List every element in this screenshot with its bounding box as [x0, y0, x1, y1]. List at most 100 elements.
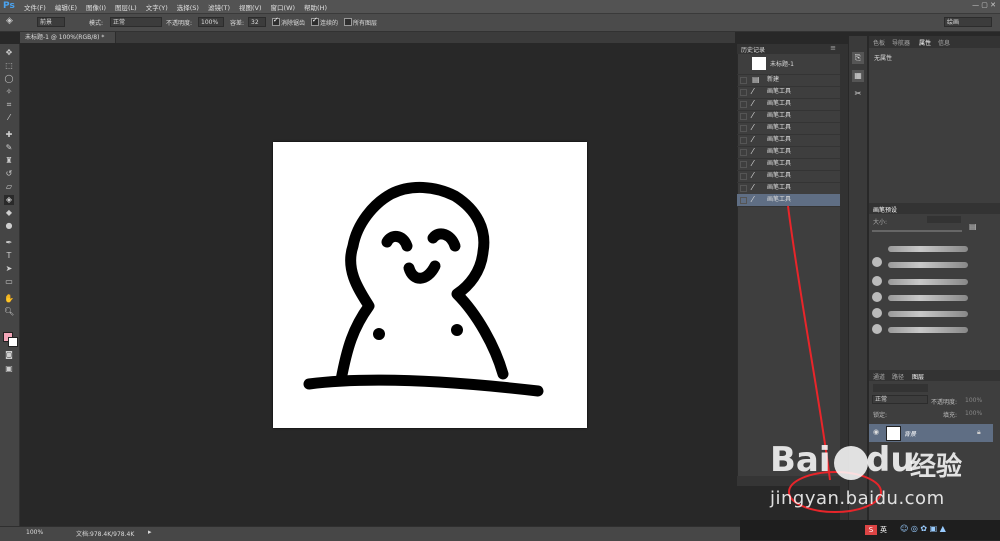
screen-mode-icon[interactable]: ▣ [4, 364, 14, 374]
opacity-input[interactable]: 100% [198, 17, 224, 27]
contiguous-checkbox[interactable] [311, 16, 319, 26]
eyedropper-tool-icon[interactable]: ⁄ [4, 113, 14, 123]
snowman-drawing [303, 181, 544, 397]
snapshot-thumbnail [752, 57, 766, 70]
tray-icons[interactable]: ☺ ◎ ✿ ▣ ▲ [900, 524, 946, 533]
history-snapshot[interactable]: 未标题-1 [737, 54, 840, 75]
brush-icon: ⁄ [752, 135, 754, 144]
document-info: 文档:978.4K/978.4K [76, 531, 135, 538]
mode-select[interactable]: 正常 [110, 17, 162, 27]
brush-icon: ⁄ [752, 147, 754, 156]
history-title[interactable]: 历史记录 [741, 45, 765, 54]
brush-icon: ⁄ [752, 123, 754, 132]
zoom-tool-icon[interactable]: 🔍︎ [4, 307, 14, 317]
tab-swatches[interactable]: 色板 [873, 38, 885, 47]
menu-image[interactable]: 图像(I) [86, 2, 106, 12]
brush-icon: ⁄ [752, 195, 754, 204]
shape-tool-icon[interactable]: ▭ [4, 277, 14, 287]
baidu-paw-icon [834, 446, 868, 480]
paint-bucket-tool-icon[interactable]: ◈ [4, 195, 14, 205]
brush-tool-icon[interactable]: ✎ [4, 143, 14, 153]
history-panel-header: 历史记录 ≡ [737, 44, 840, 54]
dodge-tool-icon[interactable]: ● [4, 221, 14, 231]
drawing-body-outline [335, 181, 509, 386]
stamp-tool-icon[interactable]: ♜ [4, 156, 14, 166]
background-color-swatch[interactable] [8, 337, 18, 347]
tab-navigator[interactable]: 导航器 [892, 38, 910, 47]
paint-bucket-icon[interactable]: ◈ [6, 16, 13, 26]
marquee-tool-icon[interactable]: ⬚ [4, 61, 14, 71]
drawing-mouth [403, 260, 441, 284]
mode-label: 模式: [89, 20, 104, 27]
path-selection-tool-icon[interactable]: ➤ [4, 264, 14, 274]
document-tab-bar [20, 32, 735, 43]
watermark-url: jingyan.baidu.com [770, 488, 945, 509]
all-layers-label: 所有图层 [353, 20, 378, 27]
workspace-select[interactable]: 绘画 [944, 17, 992, 27]
properties-body: 无属性 [874, 55, 893, 62]
menu-filter[interactable]: 滤镜(T) [208, 2, 230, 12]
brush-icon: ⁄ [752, 111, 754, 120]
panel-menu-icon[interactable]: ≡ [830, 44, 836, 52]
drawing-ground-line [303, 374, 544, 397]
drawing-right-eye [427, 228, 461, 252]
system-tray: S 英 ☺ ◎ ✿ ▣ ▲ [740, 520, 1000, 540]
eraser-tool-icon[interactable]: ▱ [4, 182, 14, 192]
menu-layer[interactable]: 图层(L) [115, 2, 137, 12]
brush-settings-icon[interactable]: ✂ [852, 88, 864, 100]
tab-info[interactable]: 信息 [938, 38, 950, 47]
fill-source-select[interactable]: 前景 [37, 17, 65, 27]
move-tool-icon[interactable]: ✥ [4, 48, 14, 58]
tolerance-input[interactable]: 32 [248, 17, 266, 27]
antialias-checkbox[interactable] [272, 16, 280, 26]
tab-properties[interactable]: 属性 [919, 38, 931, 47]
brush-icon: ⁄ [752, 183, 754, 192]
properties-panel-icon[interactable]: ▦ [852, 70, 864, 82]
menu-type[interactable]: 文字(Y) [146, 2, 168, 12]
brush-icon: ⁄ [752, 99, 754, 108]
contiguous-label: 连续的 [320, 20, 339, 27]
magic-wand-tool-icon[interactable]: ✧ [4, 87, 14, 97]
menu-items: 文件(F) 编辑(E) 图像(I) 图层(L) 文字(Y) 选择(S) 滤镜(T… [24, 2, 327, 12]
baidu-watermark: Bai du 经验 jingyan.baidu.com [770, 440, 1000, 520]
pen-tool-icon[interactable]: ✒ [4, 238, 14, 248]
blur-tool-icon[interactable]: ◆ [4, 208, 14, 218]
document-tab[interactable]: 未标题-1 @ 100%(RGB/8) * [20, 32, 116, 43]
menu-select[interactable]: 选择(S) [177, 2, 199, 12]
menu-window[interactable]: 窗口(W) [271, 2, 296, 12]
history-brush-tool-icon[interactable]: ↺ [4, 169, 14, 179]
history-panel-icon[interactable]: ⎘ [852, 52, 864, 64]
options-bar: ◈ 前景 模式: 正常 不透明度: 100% 容差: 32 消除锯齿 连续的 所… [0, 14, 1000, 32]
antialias-label: 消除锯齿 [281, 20, 306, 27]
menu-edit[interactable]: 编辑(E) [55, 2, 77, 12]
lasso-tool-icon[interactable]: ◯ [4, 74, 14, 84]
sogou-ime-icon[interactable]: S [865, 525, 877, 535]
window-controls[interactable]: — ▢ ✕ [972, 1, 996, 9]
menu-view[interactable]: 视图(V) [239, 2, 262, 12]
menu-file[interactable]: 文件(F) [24, 2, 46, 12]
healing-brush-tool-icon[interactable]: ✚ [4, 130, 14, 140]
type-tool-icon[interactable]: T [4, 251, 14, 261]
new-doc-icon: ▤ [752, 75, 760, 84]
watermark-brand: Bai [770, 440, 831, 480]
snapshot-label: 未标题-1 [770, 61, 794, 68]
status-bar: 100% 文档:978.4K/978.4K ▸ [0, 526, 740, 541]
tools-panel: ✥ ⬚ ◯ ✧ ⌗ ⁄ ✚ ✎ ♜ ↺ ▱ ◈ ◆ ● ✒ T ➤ ▭ ✋ 🔍︎… [0, 44, 20, 530]
ime-mode[interactable]: 英 [880, 525, 887, 535]
status-menu-arrow-icon[interactable]: ▸ [148, 528, 152, 536]
opacity-label: 不透明度: [166, 20, 193, 27]
watermark-brand-cn: 经验 [910, 452, 963, 482]
brush-icon: ⁄ [752, 171, 754, 180]
brush-icon: ⁄ [752, 87, 754, 96]
document-canvas[interactable] [273, 142, 587, 428]
crop-tool-icon[interactable]: ⌗ [4, 100, 14, 110]
annotation-arrow [787, 205, 831, 481]
all-layers-checkbox[interactable] [344, 18, 352, 26]
quick-mask-icon[interactable]: ◙ [4, 350, 14, 360]
photoshop-logo: Ps [3, 1, 15, 11]
properties-tabs: 色板 导航器 属性 信息 [869, 36, 1000, 48]
hand-tool-icon[interactable]: ✋ [4, 294, 14, 304]
menu-help[interactable]: 帮助(H) [304, 2, 327, 12]
zoom-level[interactable]: 100% [26, 529, 43, 536]
watermark-brand-du: du [866, 440, 915, 480]
